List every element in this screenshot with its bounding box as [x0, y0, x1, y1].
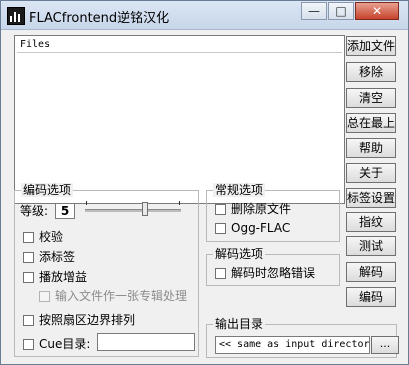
- replay-gain-label: 播放增益: [39, 270, 88, 284]
- decode-button[interactable]: 解码: [346, 262, 396, 282]
- sector-align-checkbox[interactable]: [23, 315, 34, 326]
- verify-label: 校验: [39, 230, 64, 244]
- title-bar: FLACfrontend逆铭汉化 — □ ✕: [1, 1, 408, 30]
- decode-options-title: 解码选项: [213, 247, 266, 261]
- ignore-errors-checkbox[interactable]: [215, 268, 226, 279]
- tag-checkbox[interactable]: [23, 252, 34, 263]
- slider-thumb[interactable]: [142, 202, 148, 216]
- browse-button[interactable]: ...: [371, 336, 399, 354]
- replay-gain-checkbox[interactable]: [23, 272, 34, 283]
- ignore-errors-label: 解码时忽略错误: [231, 266, 316, 280]
- cue-input[interactable]: [97, 333, 195, 351]
- verify-checkbox[interactable]: [23, 232, 34, 243]
- decode-options-group: 解码选项 解码时忽略错误: [206, 247, 340, 286]
- client-area: Files 添加文件 移除 清空 总在最上 帮助 关于 标签设置 指纹 测试 解…: [8, 30, 402, 358]
- level-slider[interactable]: [85, 201, 185, 221]
- help-button[interactable]: 帮助: [346, 138, 396, 158]
- minimize-button[interactable]: —: [301, 2, 327, 20]
- app-window: FLACfrontend逆铭汉化 — □ ✕ Files 添加文件 移除 清空 …: [0, 0, 409, 365]
- general-options-title: 常规选项: [213, 183, 266, 197]
- cue-label: Cue目录:: [39, 337, 91, 351]
- add-files-button[interactable]: 添加文件: [346, 36, 396, 56]
- remove-button[interactable]: 移除: [346, 62, 396, 82]
- level-label: 等级:: [20, 204, 49, 218]
- output-dir-input[interactable]: << same as input directory >>: [215, 336, 370, 354]
- close-button[interactable]: ✕: [355, 2, 399, 20]
- encode-options-group: 编码选项 等级: 5 校验 添标签 播放增益 输入文件作一张专辑处理 按照扇区边…: [14, 183, 199, 357]
- encode-options-title: 编码选项: [21, 183, 74, 197]
- encode-button[interactable]: 编码: [346, 287, 396, 307]
- test-button[interactable]: 测试: [346, 236, 396, 256]
- tag-settings-button[interactable]: 标签设置: [346, 188, 396, 208]
- ogg-flac-label: Ogg-FLAC: [231, 221, 291, 235]
- cue-checkbox[interactable]: [23, 339, 34, 350]
- ogg-flac-checkbox[interactable]: [215, 223, 226, 234]
- about-button[interactable]: 关于: [346, 163, 396, 183]
- delete-source-checkbox[interactable]: [215, 204, 226, 215]
- window-title: FLACfrontend逆铭汉化: [29, 11, 170, 26]
- app-icon: [7, 7, 25, 25]
- always-on-top-button[interactable]: 总在最上: [346, 113, 396, 133]
- sector-align-label: 按照扇区边界排列: [39, 313, 136, 327]
- files-column-header[interactable]: Files: [17, 38, 342, 53]
- maximize-button[interactable]: □: [328, 2, 354, 20]
- level-value: 5: [55, 203, 75, 219]
- general-options-group: 常规选项 删除原文件 Ogg-FLAC: [206, 183, 340, 242]
- slider-track: [85, 209, 181, 212]
- tag-label: 添标签: [39, 250, 76, 264]
- delete-source-label: 删除原文件: [231, 202, 292, 216]
- output-dir-title: 输出目录: [213, 317, 266, 331]
- album-mode-label: 输入文件作一张专辑处理: [55, 289, 188, 303]
- album-mode-checkbox: [39, 291, 50, 302]
- fingerprint-button[interactable]: 指纹: [346, 212, 396, 232]
- output-dir-group: 输出目录 << same as input directory >> ...: [206, 317, 399, 358]
- clear-button[interactable]: 清空: [346, 88, 396, 108]
- files-list[interactable]: Files: [14, 35, 345, 204]
